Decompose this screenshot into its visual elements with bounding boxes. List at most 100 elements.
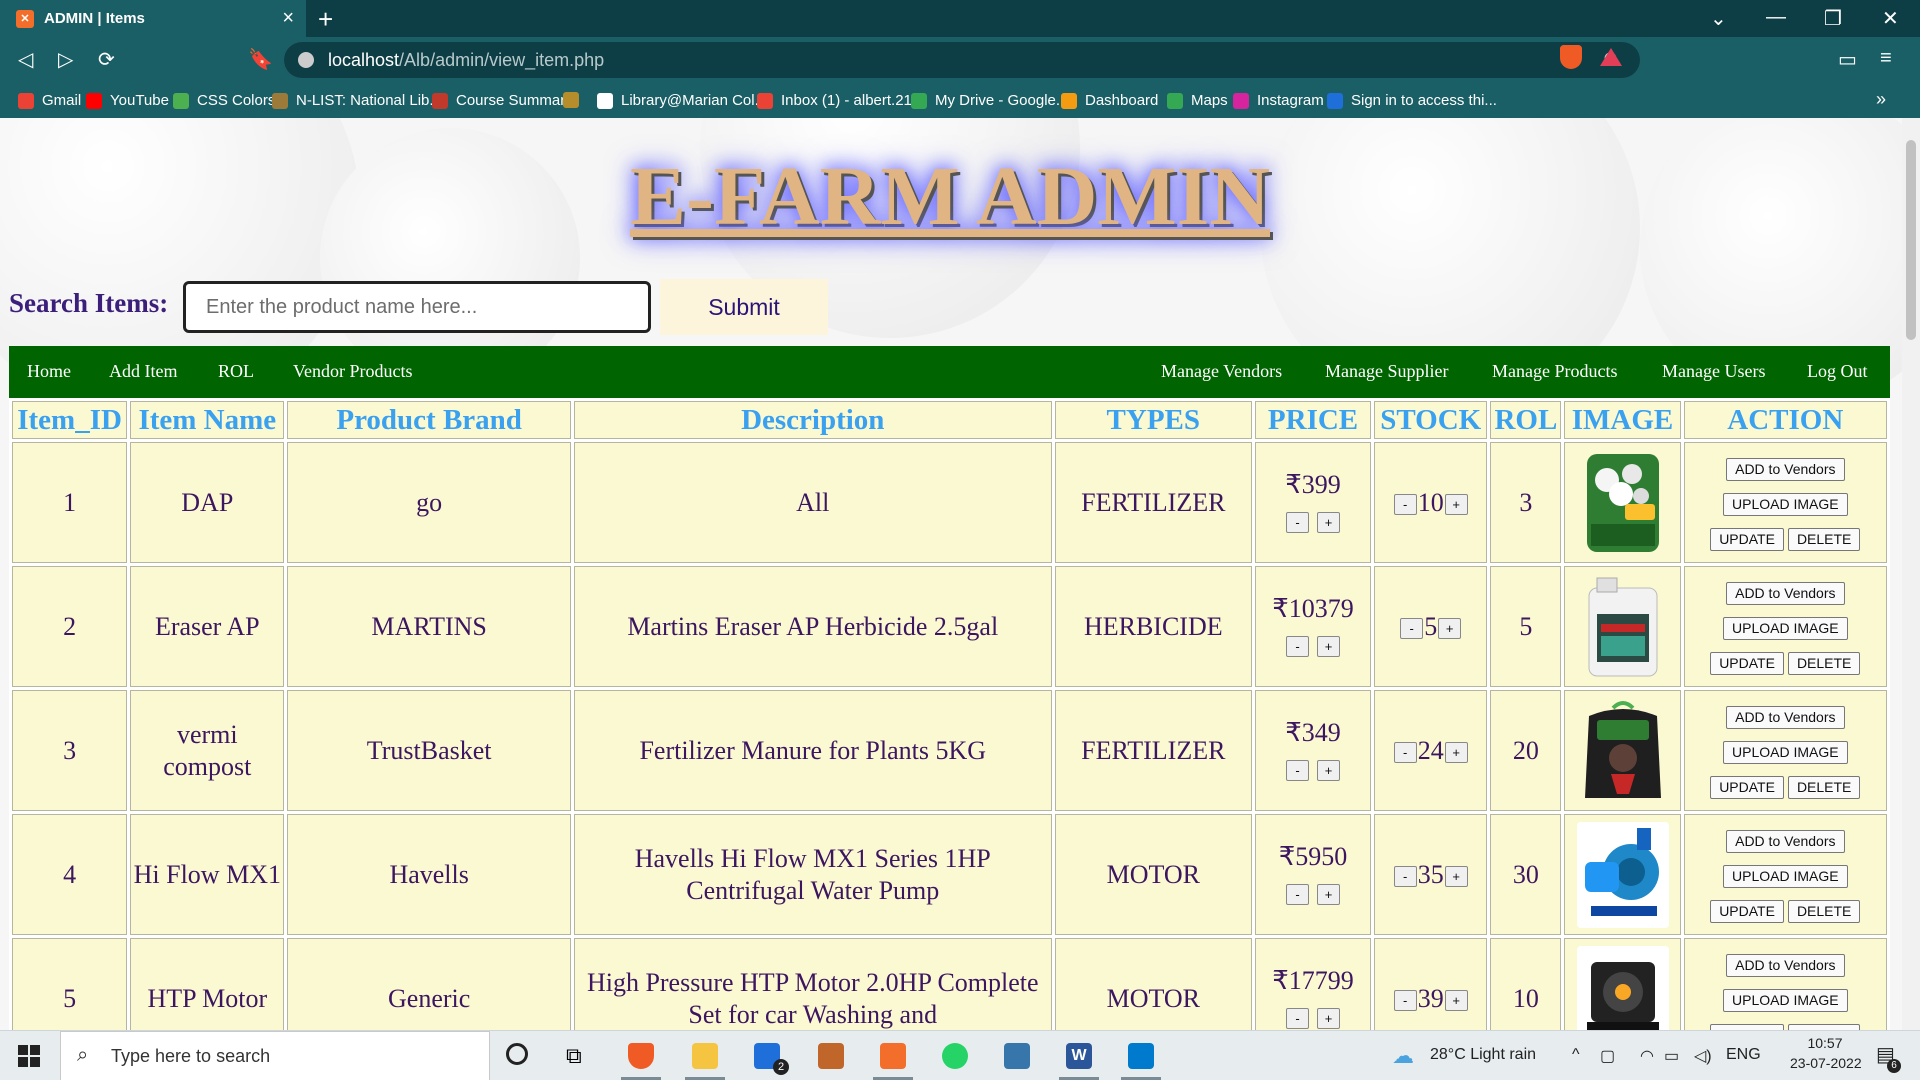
price-increase-button[interactable]: + bbox=[1317, 636, 1341, 658]
bookmark-item[interactable]: My Drive - Google... bbox=[911, 92, 1068, 109]
wifi-icon[interactable]: ◠ bbox=[1640, 1046, 1654, 1066]
delete-button[interactable]: DELETE bbox=[1787, 900, 1861, 923]
app-icon[interactable] bbox=[818, 1043, 844, 1069]
stock-decrease-button[interactable]: - bbox=[1393, 494, 1417, 516]
price-increase-button[interactable]: + bbox=[1317, 884, 1341, 906]
bookmark-icon[interactable]: 🔖 bbox=[248, 47, 273, 72]
update-button[interactable]: UPDATE bbox=[1710, 776, 1784, 799]
brave-shield-icon[interactable] bbox=[1560, 45, 1582, 69]
price-decrease-button[interactable]: - bbox=[1286, 884, 1310, 906]
brave-rewards-icon[interactable] bbox=[1600, 48, 1622, 66]
bookmark-item[interactable] bbox=[563, 92, 587, 108]
python-icon[interactable] bbox=[1004, 1043, 1030, 1069]
browser-tab[interactable]: ✕ ADMIN | Items × bbox=[0, 0, 306, 37]
windows-start-icon[interactable] bbox=[18, 1045, 40, 1067]
bookmark-item[interactable]: Sign in to access thi... bbox=[1327, 92, 1497, 109]
stock-decrease-button[interactable]: - bbox=[1393, 990, 1417, 1012]
battery-icon[interactable]: ▭ bbox=[1664, 1046, 1679, 1066]
stock-increase-button[interactable]: + bbox=[1444, 742, 1468, 764]
cortana-icon[interactable] bbox=[506, 1043, 528, 1065]
add-to-vendors-button[interactable]: ADD to Vendors bbox=[1726, 706, 1845, 729]
add-to-vendors-button[interactable]: ADD to Vendors bbox=[1726, 954, 1845, 977]
nav-home[interactable]: Home bbox=[27, 361, 71, 382]
stock-decrease-button[interactable]: - bbox=[1393, 866, 1417, 888]
task-view-icon[interactable]: ⧉ bbox=[566, 1043, 592, 1069]
price-increase-button[interactable]: + bbox=[1317, 1008, 1341, 1030]
bookmark-item[interactable]: Inbox (1) - albert.21... bbox=[757, 92, 924, 109]
add-to-vendors-button[interactable]: ADD to Vendors bbox=[1726, 830, 1845, 853]
bookmark-item[interactable]: Dashboard bbox=[1061, 92, 1158, 109]
bookmark-item[interactable]: Maps bbox=[1167, 92, 1228, 109]
upload-image-button[interactable]: UPLOAD IMAGE bbox=[1723, 865, 1848, 888]
stock-increase-button[interactable]: + bbox=[1438, 618, 1462, 640]
bookmark-item[interactable]: Gmail bbox=[18, 92, 81, 109]
minimize-icon[interactable]: — bbox=[1766, 6, 1786, 29]
language-indicator[interactable]: ENG bbox=[1726, 1046, 1761, 1064]
bookmark-item[interactable]: Library@Marian Col... bbox=[597, 92, 767, 109]
nav-add-item[interactable]: Add Item bbox=[109, 361, 177, 382]
bookmark-item[interactable]: YouTube bbox=[86, 92, 169, 109]
update-button[interactable]: UPDATE bbox=[1710, 900, 1784, 923]
add-to-vendors-button[interactable]: ADD to Vendors bbox=[1726, 458, 1845, 481]
upload-image-button[interactable]: UPLOAD IMAGE bbox=[1723, 989, 1848, 1012]
submit-button[interactable]: Submit bbox=[660, 279, 828, 335]
upload-image-button[interactable]: UPLOAD IMAGE bbox=[1723, 741, 1848, 764]
upload-image-button[interactable]: UPLOAD IMAGE bbox=[1723, 617, 1848, 640]
price-decrease-button[interactable]: - bbox=[1286, 636, 1310, 658]
update-button[interactable]: UPDATE bbox=[1710, 652, 1784, 675]
more-bookmarks-icon[interactable]: » bbox=[1876, 89, 1886, 110]
wallet-icon[interactable]: ▭ bbox=[1838, 47, 1857, 72]
nav-manage-users[interactable]: Manage Users bbox=[1662, 361, 1765, 382]
file-explorer-icon[interactable] bbox=[692, 1043, 718, 1069]
stock-decrease-button[interactable]: - bbox=[1400, 618, 1424, 640]
stock-increase-button[interactable]: + bbox=[1444, 990, 1468, 1012]
price-increase-button[interactable]: + bbox=[1317, 512, 1341, 534]
taskbar-search-box[interactable]: ⌕ Type here to search bbox=[60, 1031, 490, 1080]
close-tab-icon[interactable]: × bbox=[282, 7, 294, 30]
close-window-icon[interactable]: ✕ bbox=[1882, 6, 1899, 31]
vscode-icon[interactable] bbox=[1128, 1043, 1154, 1069]
nav-log-out[interactable]: Log Out bbox=[1807, 361, 1868, 382]
menu-icon[interactable]: ≡ bbox=[1880, 47, 1892, 70]
whatsapp-icon[interactable] bbox=[942, 1043, 968, 1069]
delete-button[interactable]: DELETE bbox=[1787, 776, 1861, 799]
tab-search-chevron-icon[interactable]: ⌄ bbox=[1710, 6, 1727, 31]
stock-decrease-button[interactable]: - bbox=[1393, 742, 1417, 764]
price-decrease-button[interactable]: - bbox=[1286, 512, 1310, 534]
weather-text[interactable]: 28°C Light rain bbox=[1430, 1046, 1536, 1064]
nav-manage-products[interactable]: Manage Products bbox=[1492, 361, 1617, 382]
xampp-icon[interactable] bbox=[880, 1043, 906, 1069]
clock[interactable]: 10:57 23-07-2022 bbox=[1790, 1035, 1862, 1071]
brave-taskbar-icon[interactable] bbox=[628, 1043, 654, 1069]
delete-button[interactable]: DELETE bbox=[1787, 528, 1861, 551]
site-info-icon[interactable] bbox=[298, 52, 314, 68]
search-input[interactable] bbox=[183, 281, 651, 333]
new-tab-button[interactable]: + bbox=[318, 4, 333, 35]
bookmark-item[interactable]: N-LIST: National Lib... bbox=[272, 92, 442, 109]
stock-increase-button[interactable]: + bbox=[1444, 866, 1468, 888]
back-icon[interactable]: ◁ bbox=[18, 47, 33, 72]
address-bar[interactable]: localhost/Alb/admin/view_item.php ⊖ bbox=[284, 42, 1640, 78]
stock-increase-button[interactable]: + bbox=[1444, 494, 1468, 516]
nav-manage-vendors[interactable]: Manage Vendors bbox=[1161, 361, 1282, 382]
upload-image-button[interactable]: UPLOAD IMAGE bbox=[1723, 493, 1848, 516]
update-button[interactable]: UPDATE bbox=[1710, 528, 1784, 551]
weather-icon[interactable]: ☁ bbox=[1392, 1043, 1414, 1069]
nav-vendor-products[interactable]: Vendor Products bbox=[293, 361, 413, 382]
add-to-vendors-button[interactable]: ADD to Vendors bbox=[1726, 582, 1845, 605]
volume-icon[interactable]: ◁) bbox=[1694, 1046, 1712, 1066]
word-icon[interactable]: W bbox=[1066, 1043, 1092, 1069]
bookmark-item[interactable]: Instagram bbox=[1233, 92, 1324, 109]
price-increase-button[interactable]: + bbox=[1317, 760, 1341, 782]
bookmark-item[interactable]: Course Summary bbox=[432, 92, 573, 109]
price-decrease-button[interactable]: - bbox=[1286, 760, 1310, 782]
forward-icon[interactable]: ▷ bbox=[58, 47, 73, 72]
reload-icon[interactable]: ⟳ bbox=[98, 47, 115, 72]
maximize-icon[interactable]: ❐ bbox=[1824, 6, 1842, 31]
nav-rol[interactable]: ROL bbox=[218, 361, 254, 382]
delete-button[interactable]: DELETE bbox=[1787, 652, 1861, 675]
meet-now-icon[interactable]: ▢ bbox=[1600, 1046, 1615, 1066]
scrollbar-thumb[interactable] bbox=[1906, 140, 1916, 340]
show-hidden-icons-icon[interactable]: ^ bbox=[1572, 1046, 1580, 1064]
price-decrease-button[interactable]: - bbox=[1286, 1008, 1310, 1030]
